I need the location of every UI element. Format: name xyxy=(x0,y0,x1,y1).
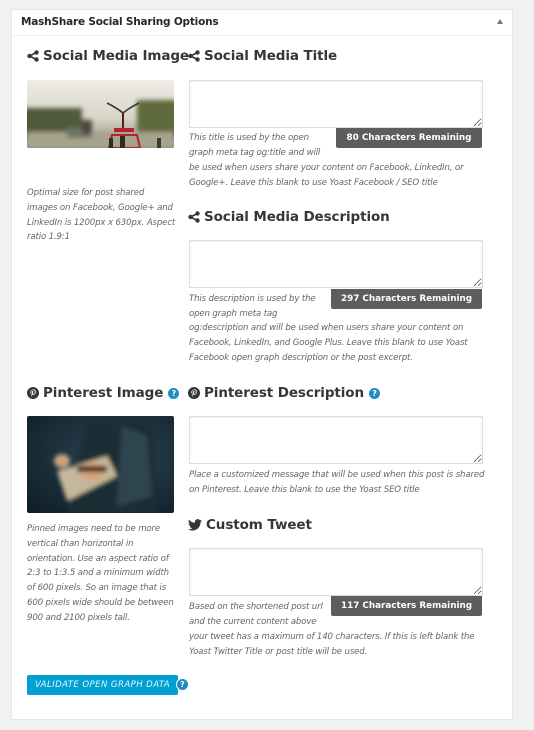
pinterest-icon xyxy=(27,387,39,399)
pinterest-image-note: Pinned images need to be more vertical t… xyxy=(27,524,174,623)
custom-tweet-counter: 117 Characters Remaining xyxy=(331,596,482,616)
validate-help-icon[interactable]: ? xyxy=(176,678,189,691)
guitarist-photo xyxy=(27,416,174,513)
social-title-note-bottom: be used when users share your content on… xyxy=(189,163,464,188)
custom-tweet-heading-text: Custom Tweet xyxy=(206,517,312,533)
metabox-header[interactable]: MashShare Social Sharing Options xyxy=(12,10,512,36)
social-image-heading-text: Social Media Image xyxy=(43,48,189,64)
social-media-image[interactable] xyxy=(27,80,174,148)
pinterest-description-help-icon[interactable]: ? xyxy=(368,387,380,399)
custom-tweet-note-top: Based on the shortened post url and the … xyxy=(189,602,323,627)
metabox-title: MashShare Social Sharing Options xyxy=(21,16,219,28)
pinterest-description-note: Place a customized message that will be … xyxy=(189,470,485,495)
social-title-note-top: This title is used by the open graph met… xyxy=(189,133,321,158)
pinterest-description-input[interactable] xyxy=(189,416,483,464)
pinterest-image-heading: Pinterest Image ? xyxy=(27,385,180,401)
pinterest-description-heading-text: Pinterest Description xyxy=(204,385,364,401)
social-description-note-top: This description is used by the open gra… xyxy=(189,294,316,319)
social-description-input[interactable] xyxy=(189,240,483,288)
social-title-counter: 80 Characters Remaining xyxy=(336,128,482,148)
social-title-input[interactable] xyxy=(189,80,483,128)
twitter-icon xyxy=(188,519,202,531)
tricycle-photo xyxy=(27,80,174,148)
custom-tweet-heading: Custom Tweet xyxy=(188,517,312,533)
social-image-heading: Social Media Image xyxy=(27,48,189,64)
social-description-heading-text: Social Media Description xyxy=(204,209,390,225)
social-image-note: Optimal size for post shared images on F… xyxy=(27,188,176,243)
custom-tweet-input[interactable] xyxy=(189,548,483,596)
social-title-heading-text: Social Media Title xyxy=(204,48,338,64)
pinterest-description-heading: Pinterest Description ? xyxy=(188,385,380,401)
social-description-counter: 297 Characters Remaining xyxy=(331,289,482,309)
custom-tweet-note-bottom: your tweet has a maximum of 140 characte… xyxy=(189,632,475,657)
share-icon xyxy=(188,50,200,62)
share-icon xyxy=(188,211,200,223)
pinterest-image-help-icon[interactable]: ? xyxy=(168,387,180,399)
social-title-heading: Social Media Title xyxy=(188,48,337,64)
social-description-heading: Social Media Description xyxy=(188,209,390,225)
pinterest-image-heading-text: Pinterest Image xyxy=(43,385,164,401)
social-description-note-bottom: og:description and will be used when use… xyxy=(189,323,468,363)
pinterest-icon xyxy=(188,387,200,399)
share-icon xyxy=(27,50,39,62)
pinterest-image[interactable] xyxy=(27,416,174,513)
collapse-toggle-icon[interactable] xyxy=(497,19,503,24)
validate-open-graph-button[interactable]: VALIDATE OPEN GRAPH DATA xyxy=(27,675,178,695)
